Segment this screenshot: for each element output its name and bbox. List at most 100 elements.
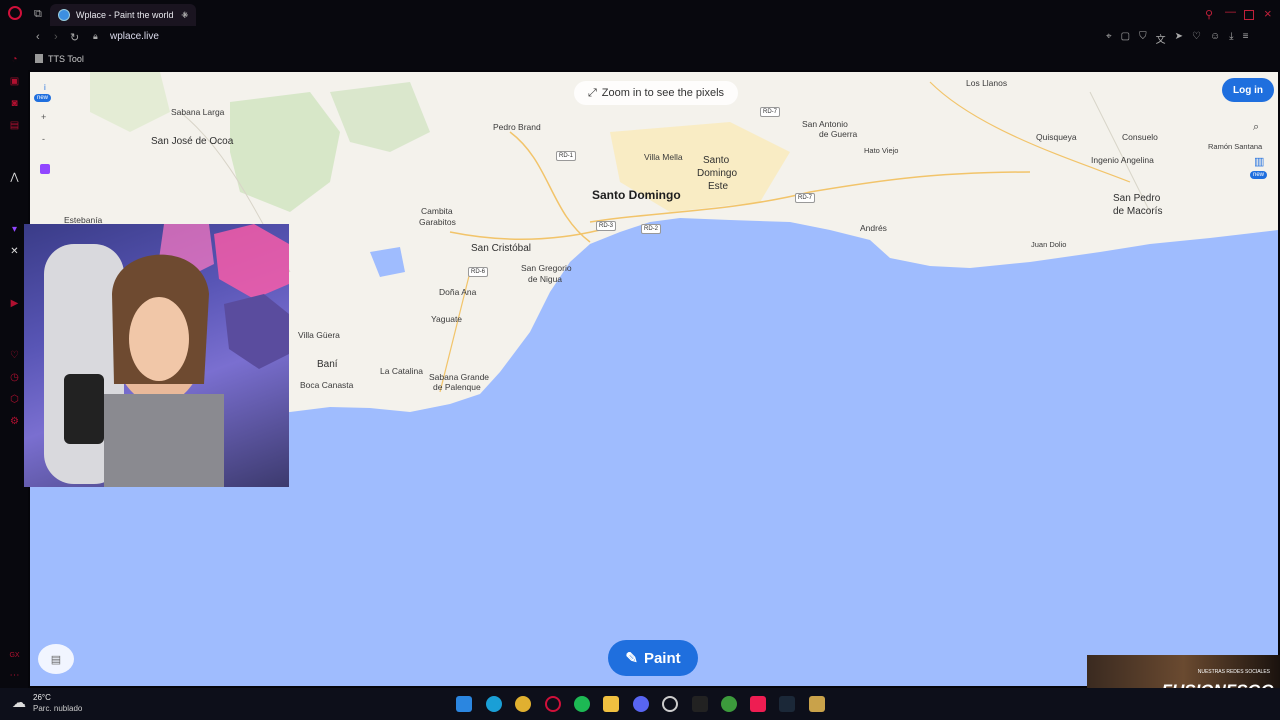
obs-icon[interactable] [662, 696, 678, 712]
twitch-icon[interactable] [40, 164, 50, 174]
place-label: Domingo [697, 168, 738, 179]
place-label: San Antonio [802, 119, 848, 129]
sidebar-gx-icon[interactable]: GX [9, 650, 20, 661]
maximize-button[interactable] [1244, 10, 1254, 20]
promo-tagline: NUESTRAS REDES SOCIALES [1197, 669, 1270, 675]
place-label: Juan Dolio [1031, 240, 1067, 249]
paint-button[interactable]: ✎ Paint [608, 640, 698, 676]
steam-icon[interactable] [779, 696, 795, 712]
sidebar-twitch-icon[interactable]: ▾ [9, 224, 20, 235]
wplace-favicon-icon [58, 9, 70, 21]
place-label: Quisqueya [1036, 132, 1077, 142]
place-label: Doña Ana [439, 287, 477, 297]
bookmark-tts-tool[interactable]: TTS Tool [48, 54, 84, 64]
menu-icon[interactable]: ≡ [1243, 31, 1249, 46]
place-label: Boca Canasta [300, 380, 354, 390]
discord-icon[interactable] [633, 696, 649, 712]
place-label: La Catalina [380, 366, 424, 376]
sidebar-box-icon[interactable]: ⬡ [9, 394, 20, 405]
layers-button[interactable]: ▤ [38, 644, 74, 674]
xbox-icon[interactable] [721, 696, 737, 712]
webcam-overlay [24, 224, 289, 487]
sidebar-aria-icon[interactable]: ⋀ [9, 172, 20, 183]
opera-logo-icon[interactable] [8, 6, 22, 20]
road-shield: RD-2 [641, 224, 662, 234]
close-window-button[interactable]: × [1264, 6, 1272, 21]
start-icon[interactable] [456, 696, 472, 712]
download-icon[interactable]: ⤓ [1229, 31, 1233, 46]
search-map-icon[interactable]: ⌕ [1253, 121, 1259, 134]
pin-icon[interactable]: ⌖ [1106, 31, 1112, 46]
place-label: San Pedro [1113, 193, 1161, 204]
place-label: Villa Mella [644, 152, 683, 162]
tf-icon[interactable] [692, 696, 708, 712]
capital-label: Santo Domingo [592, 188, 681, 202]
weather-temp: 26°C [33, 693, 51, 702]
sidebar-x-icon[interactable]: ✕ [9, 246, 20, 257]
forward-button[interactable]: › [54, 31, 58, 43]
tab-title: Wplace - Paint the world [76, 10, 174, 20]
new-tab-button[interactable]: + [181, 7, 189, 22]
place-label: Ingenio Angelina [1091, 155, 1154, 165]
place-label: Santo [703, 155, 730, 166]
opera-gx-icon[interactable] [545, 696, 561, 712]
adblock-icon[interactable]: ⛉ [1139, 31, 1147, 46]
sidebar-speed-dial-icon[interactable]: ◔ [9, 54, 20, 65]
place-label: Baní [317, 359, 338, 370]
place-label: San José de Ocoa [151, 136, 234, 147]
weather-icon[interactable]: ☁ [12, 694, 26, 711]
url-input[interactable]: wplace.live [110, 31, 159, 42]
place-label: Cambita [421, 206, 453, 216]
file-explorer-icon[interactable] [603, 696, 619, 712]
leaderboard-new-badge: new [1250, 171, 1268, 179]
road-shield: RD-6 [468, 267, 489, 277]
tab-workspaces-icon[interactable]: ⧉ [34, 8, 42, 21]
place-label: de Guerra [819, 129, 858, 139]
edge-icon[interactable] [486, 696, 502, 712]
lock-icon: 🔒︎ [93, 31, 98, 41]
game-launcher-icon[interactable] [809, 696, 825, 712]
place-label: de Nigua [528, 274, 563, 284]
profile-icon[interactable]: ☺ [1210, 31, 1220, 46]
tiktok-icon[interactable] [750, 696, 766, 712]
info-new-badge: new [34, 94, 52, 102]
weather-desc: Parc. nublado [33, 704, 83, 713]
road-shield: RD-3 [596, 221, 617, 231]
sidebar-settings-icon[interactable]: ⚙ [9, 416, 20, 427]
road-shield: RD-7 [760, 107, 781, 117]
heart-icon[interactable]: ♡ [1192, 31, 1201, 46]
sidebar-messenger-icon[interactable]: ◙ [9, 98, 20, 109]
place-label: Este [708, 181, 729, 192]
place-label: Consuelo [1122, 132, 1158, 142]
login-button[interactable]: Log in [1222, 78, 1274, 102]
info-icon[interactable]: i [44, 83, 46, 92]
place-label: Hato Viejo [864, 146, 899, 155]
browser-tab[interactable]: Wplace - Paint the world × [50, 4, 196, 26]
bookmarks-bar [0, 50, 1280, 70]
back-button[interactable]: ‹ [36, 31, 40, 43]
place-label: Los Llanos [966, 78, 1008, 88]
sidebar-bag-icon[interactable]: ▣ [9, 76, 20, 87]
send-icon[interactable]: ➤ [1175, 31, 1183, 46]
leaderboard-icon[interactable]: ▥ [1254, 155, 1264, 168]
sidebar-history-icon[interactable]: ◷ [9, 372, 20, 383]
spotify-icon[interactable] [574, 696, 590, 712]
search-icon[interactable]: ⚲ [1205, 8, 1213, 21]
chrome-icon[interactable] [515, 696, 531, 712]
sidebar-more-icon[interactable]: ⋯ [9, 670, 20, 681]
reload-button[interactable]: ↻ [70, 31, 79, 44]
sidebar-heart-icon[interactable]: ♡ [9, 350, 20, 361]
sidebar-player-icon[interactable]: ▶ [9, 298, 20, 309]
zoom-in-button[interactable]: + [41, 112, 46, 122]
bookmark-file-icon [35, 54, 43, 63]
zoom-icon: ⤢ [587, 86, 597, 99]
translate-icon[interactable]: 文 [1156, 31, 1166, 46]
sidebar-mail-icon[interactable]: ▤ [9, 120, 20, 131]
address-bar [0, 28, 1280, 50]
place-label: Sabana Larga [171, 107, 225, 117]
place-label: Yaguate [431, 314, 463, 324]
zoom-out-button[interactable]: - [42, 134, 45, 144]
brush-icon: ✎ [625, 650, 638, 667]
snapshot-icon[interactable]: ▢ [1121, 31, 1130, 46]
minimize-button[interactable]: — [1225, 6, 1236, 18]
